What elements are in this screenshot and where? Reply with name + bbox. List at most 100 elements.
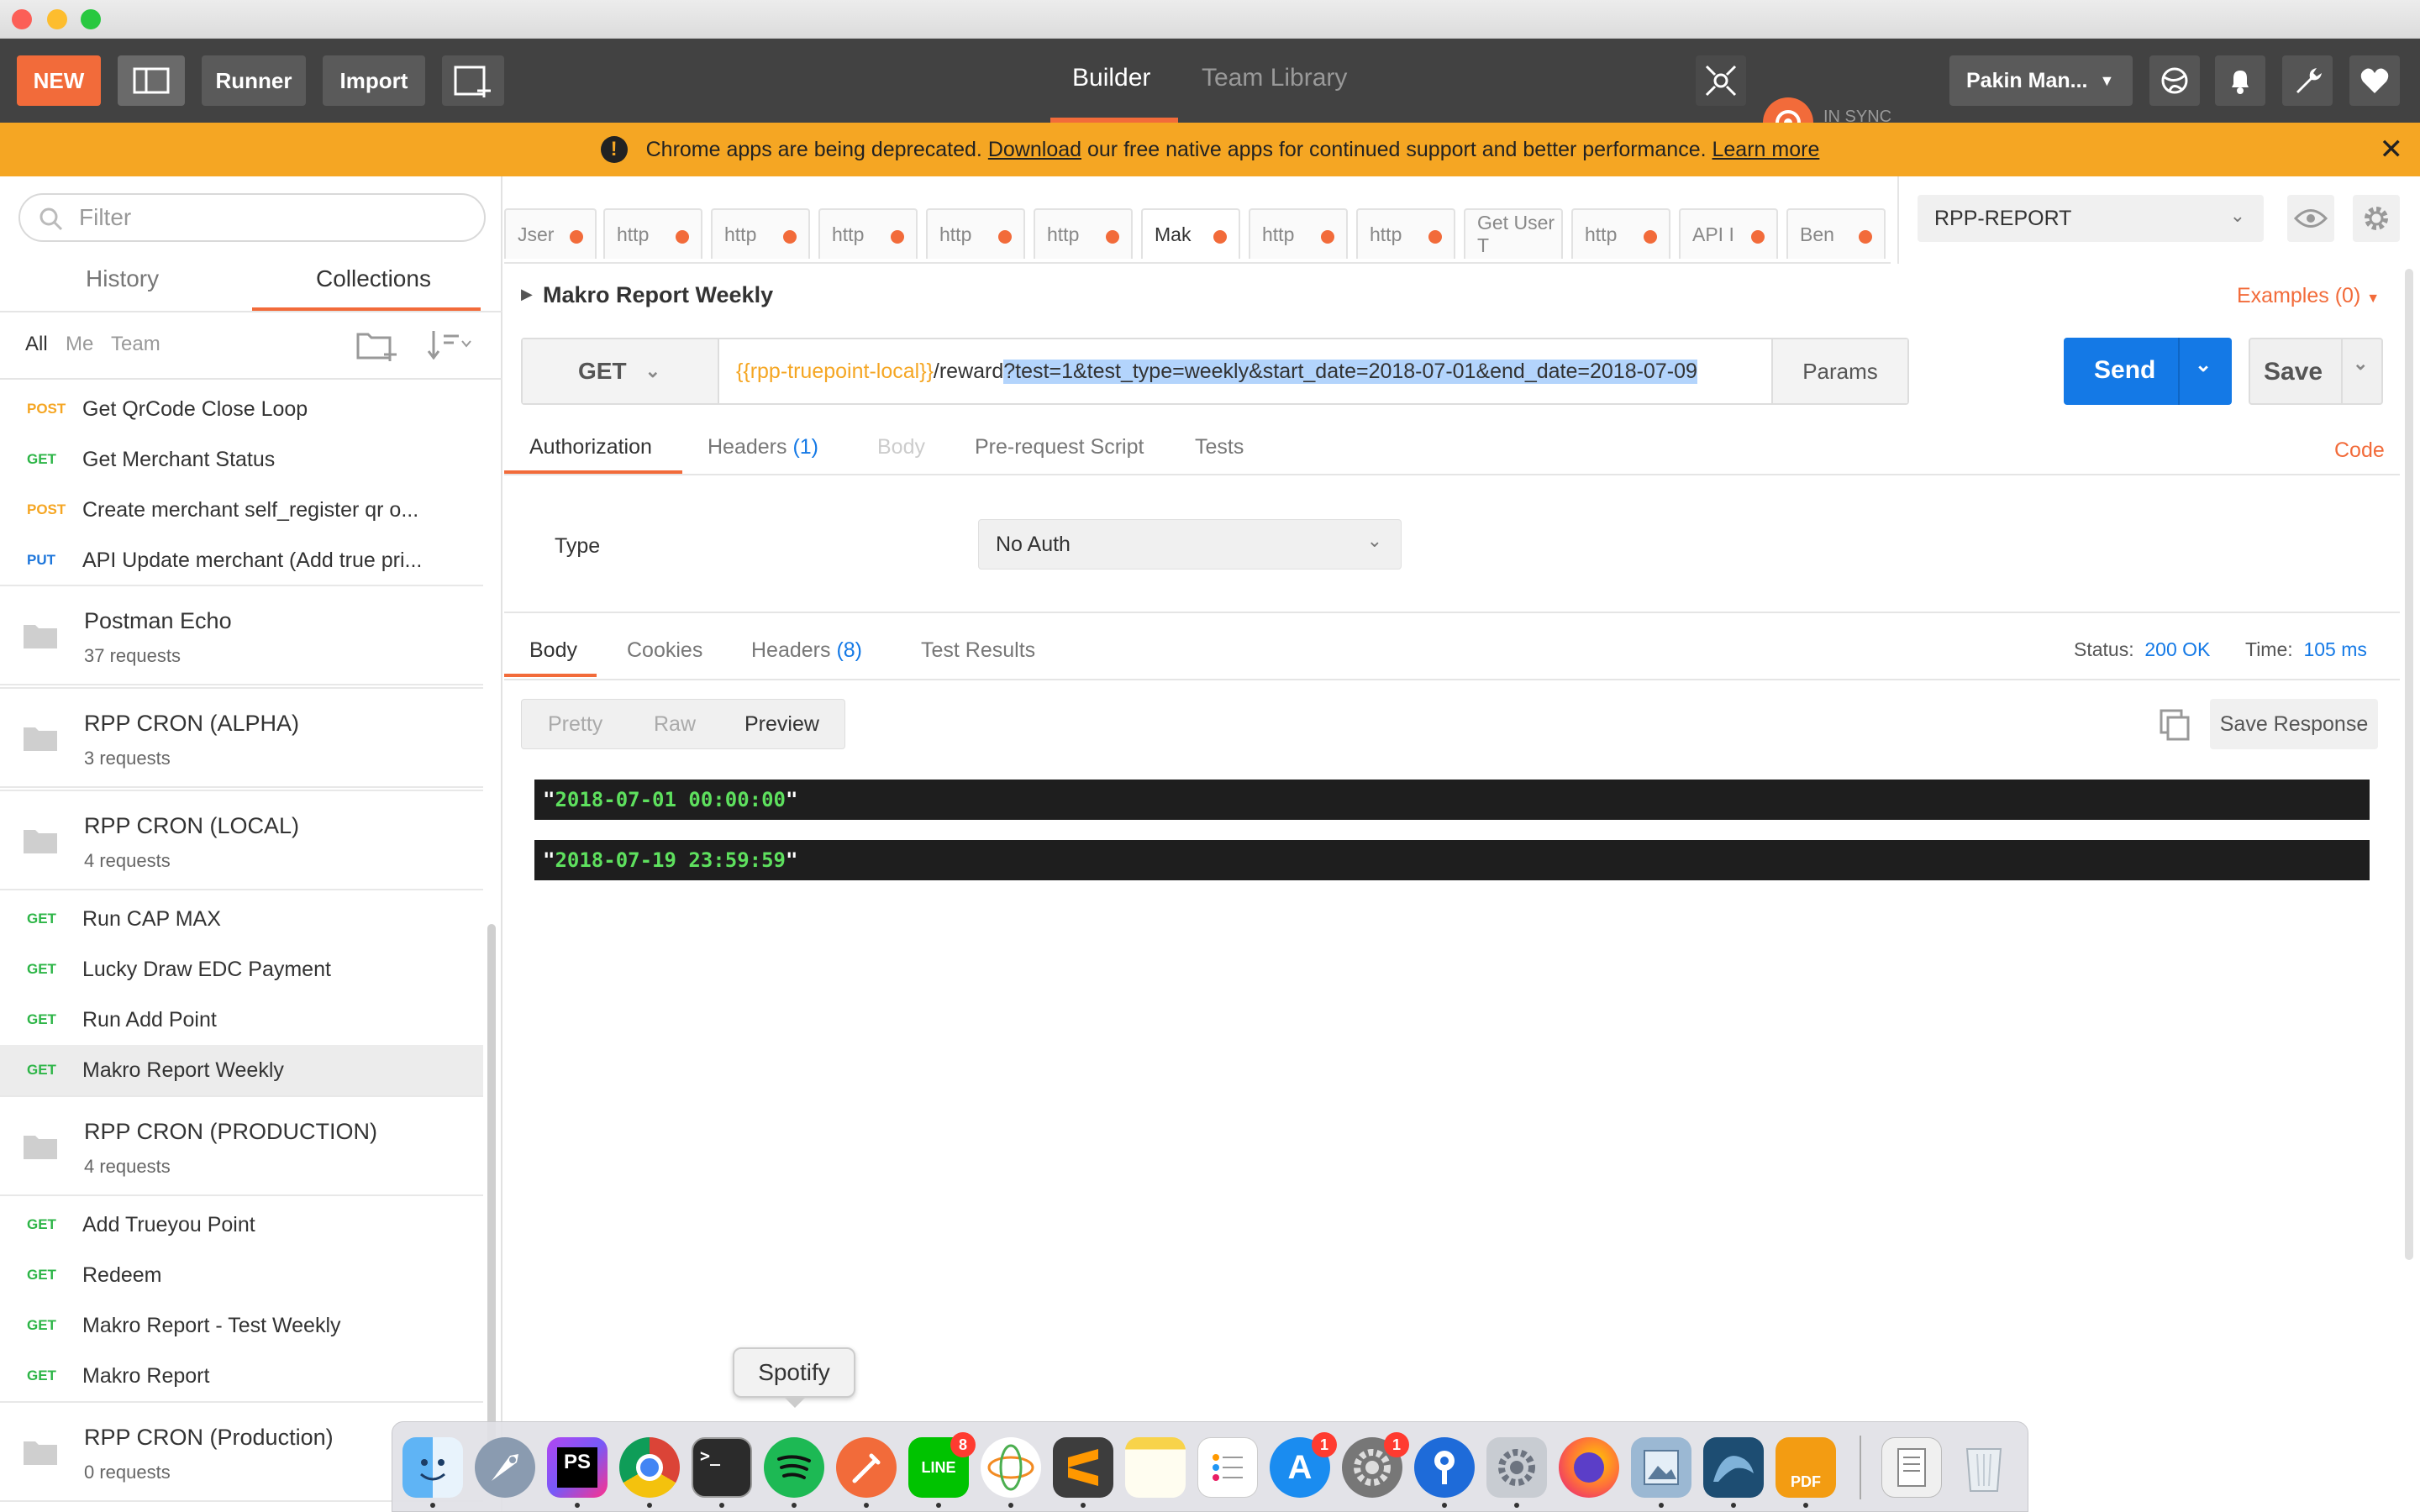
save-button[interactable]: Save ⌄ [2249,338,2383,405]
view-raw-button[interactable]: Raw [654,712,696,737]
filter-input[interactable]: Filter [18,193,486,242]
preview-icon[interactable] [1631,1437,1691,1498]
tab-tests[interactable]: Tests [1195,435,1244,459]
sourcetree-icon[interactable] [1414,1437,1475,1498]
request-tab[interactable]: Get User T [1464,208,1563,259]
terminal-icon[interactable]: >_ [692,1437,752,1498]
request-tab[interactable]: http [1571,208,1670,259]
view-pretty-button[interactable]: Pretty [548,712,602,737]
request-item-run-cap-max[interactable]: GET Run CAP MAX [0,894,483,944]
examples-dropdown[interactable]: Examples (0) ▼ [2237,284,2380,308]
copy-response-icon[interactable] [2158,707,2191,745]
code-link[interactable]: Code [2334,438,2385,463]
line-icon[interactable]: LINE 8 [908,1432,976,1498]
spotify-icon[interactable] [764,1437,824,1498]
request-tab[interactable]: http [818,208,918,259]
reminders-icon[interactable] [1197,1437,1258,1498]
request-item-get-merchant-status[interactable]: GET Get Merchant Status [0,434,483,485]
method-select[interactable]: GET ⌄ [523,339,719,403]
sort-icon[interactable] [427,329,474,364]
request-tab[interactable]: Jser [504,208,597,259]
chrome-icon[interactable] [619,1437,680,1498]
tab-team-library[interactable]: Team Library [1202,64,1347,92]
request-tab[interactable]: http [1356,208,1455,259]
collection-rpp-cron-alpha[interactable]: RPP CRON (ALPHA) 3 requests [0,687,483,788]
chevron-down-icon[interactable]: ⌄ [2195,353,2212,377]
tab-body[interactable]: Body [877,435,925,459]
request-tab[interactable]: http [711,208,810,259]
request-tab[interactable]: http [603,208,702,259]
new-window-button[interactable] [442,55,504,106]
finder-icon[interactable] [402,1437,463,1498]
settings-button[interactable] [2282,55,2333,106]
view-preview-button[interactable]: Preview [744,712,819,737]
tab-pre-request-script[interactable]: Pre-request Script [975,435,1144,459]
request-tab-active[interactable]: Mak [1141,208,1240,259]
collection-rpp-cron-local[interactable]: RPP CRON (LOCAL) 4 requests [0,790,483,890]
main-scrollbar[interactable] [2405,269,2413,1260]
filter-me[interactable]: Me [66,333,93,356]
expand-description-icon[interactable]: ▶ [521,286,533,303]
sublime-text-icon[interactable] [1053,1437,1113,1498]
tab-history[interactable]: History [86,265,159,292]
request-item-redeem[interactable]: GET Redeem [0,1250,483,1300]
download-link[interactable]: Download [988,138,1081,162]
request-tab[interactable]: http [1249,208,1348,259]
request-tab[interactable]: API I [1679,208,1778,259]
request-item-create-merchant[interactable]: POST Create merchant self_register qr o..… [0,485,483,535]
learn-more-link[interactable]: Learn more [1712,138,1820,162]
user-menu[interactable]: Pakin Man... ▼ [1949,55,2133,106]
request-item-api-update-merchant[interactable]: PUT API Update merchant (Add true pri... [0,535,483,585]
request-tab[interactable]: http [926,208,1025,259]
tab-test-results[interactable]: Test Results [921,638,1035,663]
interceptor-button[interactable] [1696,55,1746,106]
request-item-makro-report-weekly[interactable]: GET Makro Report Weekly [0,1045,483,1095]
quick-look-button[interactable] [2287,195,2334,242]
mysql-workbench-icon[interactable] [1703,1437,1764,1498]
globe-button[interactable] [2149,55,2200,106]
sidebar-scrollbar[interactable] [487,924,496,1470]
url-input[interactable]: {{rpp-truepoint-local}}/reward ?test=1&te… [719,339,1771,403]
notes-icon[interactable] [1125,1437,1186,1498]
toggle-sidebar-button[interactable] [118,55,185,106]
runner-button[interactable]: Runner [202,55,306,106]
close-window-button[interactable] [12,9,32,29]
notifications-button[interactable] [2215,55,2265,106]
system-preferences-icon[interactable]: 1 [1342,1432,1409,1498]
params-button[interactable]: Params [1771,339,1907,403]
app-store-icon[interactable]: A1 [1270,1432,1337,1498]
filter-team[interactable]: Team [111,333,160,356]
tab-response-body[interactable]: Body [529,638,577,663]
tab-builder[interactable]: Builder [1072,64,1150,92]
request-item-run-add-point[interactable]: GET Run Add Point [0,995,483,1045]
request-item-lucky-draw[interactable]: GET Lucky Draw EDC Payment [0,944,483,995]
request-item-get-qrcode-close-loop[interactable]: POST Get QrCode Close Loop [0,384,483,434]
request-item-makro-report-test-weekly[interactable]: GET Makro Report - Test Weekly [0,1300,483,1351]
minimize-window-button[interactable] [47,9,67,29]
tab-headers[interactable]: Headers (1) [708,435,818,459]
request-tab[interactable]: Ben [1786,208,1886,259]
launchpad-icon[interactable] [475,1437,535,1498]
environment-select[interactable]: RPP-REPORT ⌄ [1918,195,2264,242]
heart-button[interactable] [2349,55,2400,106]
maximize-window-button[interactable] [81,9,101,29]
request-tab[interactable]: http [1034,208,1133,259]
tab-collections[interactable]: Collections [316,265,431,292]
postman-icon[interactable] [836,1437,897,1498]
import-button[interactable]: Import [323,55,425,106]
manage-environments-button[interactable] [2353,195,2400,242]
auth-type-select[interactable]: No Auth ⌄ [978,519,1402,570]
send-button[interactable]: Send ⌄ [2064,338,2232,405]
chevron-down-icon[interactable]: ⌄ [2353,353,2368,375]
new-collection-icon[interactable] [356,328,398,365]
trash-icon[interactable] [1954,1437,2014,1498]
collection-rpp-cron-production[interactable]: RPP CRON (PRODUCTION) 4 requests [0,1095,483,1196]
close-banner-icon[interactable]: ✕ [2380,133,2404,166]
save-response-button[interactable]: Save Response [2210,699,2378,749]
downloads-stack-icon[interactable] [1881,1437,1942,1498]
pdf-app-icon[interactable]: PDF [1776,1437,1836,1498]
request-item-add-trueyou-point[interactable]: GET Add Trueyou Point [0,1200,483,1250]
phpstorm-icon[interactable]: PS [547,1437,608,1498]
system-preferences-gear-icon[interactable] [1486,1437,1547,1498]
filter-all[interactable]: All [25,333,48,356]
